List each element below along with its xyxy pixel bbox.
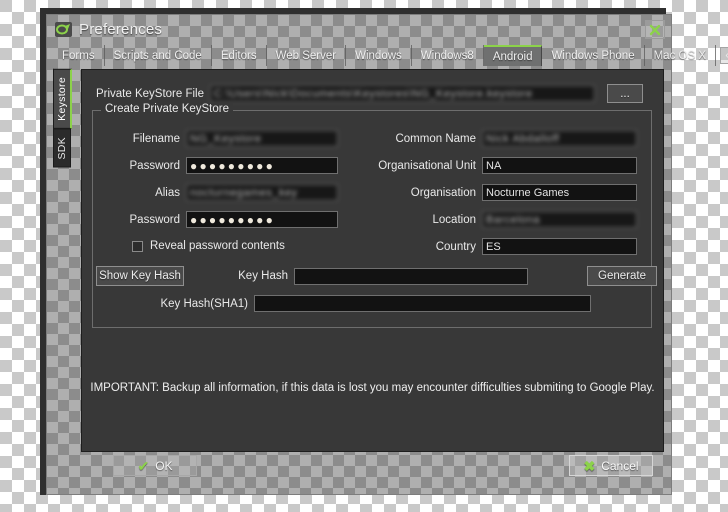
key-hash-input[interactable]: [294, 268, 528, 285]
show-key-hash-button[interactable]: Show Key Hash: [96, 266, 184, 286]
side-tab-keystore[interactable]: Keystore: [53, 69, 72, 129]
private-keystore-file-label: Private KeyStore File: [92, 88, 204, 100]
reveal-password-label: Reveal password contents: [150, 240, 285, 252]
generate-button[interactable]: Generate: [587, 266, 657, 286]
close-button[interactable]: [645, 20, 665, 39]
location-input[interactable]: Barcelona: [482, 211, 637, 228]
alias-input[interactable]: nocturnegames_key: [186, 184, 338, 201]
country-row: Country ES: [364, 238, 637, 255]
key-hash-sha1-row: Key Hash(SHA1): [154, 295, 591, 312]
backup-notice: IMPORTANT: Backup all information, if th…: [82, 382, 663, 394]
filename-input[interactable]: NG_Keystore: [186, 130, 338, 147]
key-hash-sha1-input[interactable]: [254, 295, 591, 312]
organisation-row: Organisation Nocturne Games: [364, 184, 637, 201]
country-label: Country: [364, 241, 476, 253]
title-bar: Preferences: [47, 15, 671, 43]
alias-password-input[interactable]: ●●●●●●●●●: [186, 211, 338, 228]
tab-scripts-and-code[interactable]: Scripts and Code: [105, 45, 212, 66]
organisational-unit-input[interactable]: NA: [482, 157, 637, 174]
browse-keystore-button[interactable]: ...: [607, 84, 643, 103]
organisational-unit-label: Organisational Unit: [364, 160, 476, 172]
cancel-button[interactable]: ✖ Cancel: [569, 455, 653, 476]
organisational-unit-row: Organisational Unit NA: [364, 157, 637, 174]
tab-editors[interactable]: Editors: [212, 45, 267, 66]
key-hash-label: Key Hash: [196, 270, 288, 282]
organisation-input[interactable]: Nocturne Games: [482, 184, 637, 201]
keystore-password-label: Password: [102, 160, 180, 172]
create-private-keystore-title: Create Private KeyStore: [101, 103, 233, 115]
tab-windows8[interactable]: Windows8: [412, 45, 484, 66]
check-icon: ✔: [137, 459, 149, 473]
location-row: Location Barcelona: [364, 211, 637, 228]
android-keystore-panel: Private KeyStore File C:\Users\Nick\Docu…: [81, 69, 664, 452]
tab-web-server[interactable]: Web Server: [267, 45, 347, 66]
common-name-input[interactable]: Nick Abdalloff: [482, 130, 637, 147]
country-input[interactable]: ES: [482, 238, 637, 255]
tab-windows[interactable]: Windows: [346, 45, 412, 66]
ok-button-label: OK: [155, 459, 172, 473]
side-tab-sdk[interactable]: SDK: [53, 129, 71, 168]
reveal-password-row[interactable]: Reveal password contents: [132, 240, 285, 252]
preferences-window: Preferences Forms Scripts and Code Edito…: [46, 14, 672, 495]
tab-nav: ‹ ›: [716, 45, 728, 66]
tab-windows-phone[interactable]: Windows Phone: [542, 45, 644, 66]
key-hash-row: Show Key Hash Key Hash Generate: [96, 266, 657, 286]
key-hash-sha1-label: Key Hash(SHA1): [154, 298, 248, 310]
filename-label: Filename: [102, 133, 180, 145]
private-keystore-file-input[interactable]: C:\Users\Nick\Documents\Keystores\NG_Key…: [210, 85, 595, 102]
common-name-row: Common Name Nick Abdalloff: [364, 130, 637, 147]
side-tab-strip: Keystore SDK: [53, 69, 69, 452]
keystore-password-row: Password ●●●●●●●●●: [102, 157, 338, 174]
ok-button[interactable]: ✔ OK: [113, 455, 197, 476]
page-title: Preferences: [79, 21, 162, 38]
alias-row: Alias nocturnegames_key: [102, 184, 338, 201]
alias-label: Alias: [102, 187, 180, 199]
location-label: Location: [364, 214, 476, 226]
private-keystore-file-row: Private KeyStore File C:\Users\Nick\Docu…: [92, 84, 643, 103]
common-name-label: Common Name: [364, 133, 476, 145]
tab-android[interactable]: Android: [484, 45, 543, 66]
cross-icon: ✖: [583, 459, 595, 473]
organisation-label: Organisation: [364, 187, 476, 199]
tab-forms[interactable]: Forms: [53, 45, 105, 66]
keystore-password-input[interactable]: ●●●●●●●●●: [186, 157, 338, 174]
tab-scroll-left-icon[interactable]: ‹: [720, 47, 728, 64]
tab-mac-os-x[interactable]: Mac OS X: [645, 45, 716, 66]
alias-password-row: Password ●●●●●●●●●: [102, 211, 338, 228]
filename-row: Filename NG_Keystore: [102, 130, 338, 147]
gamemaker-icon: [55, 22, 72, 37]
alias-password-label: Password: [102, 214, 180, 226]
reveal-password-checkbox[interactable]: [132, 241, 143, 252]
cancel-button-label: Cancel: [601, 459, 638, 473]
close-icon: [649, 24, 661, 36]
screenshot-root: Preferences Forms Scripts and Code Edito…: [0, 0, 728, 512]
tab-strip: Forms Scripts and Code Editors Web Serve…: [53, 45, 667, 66]
